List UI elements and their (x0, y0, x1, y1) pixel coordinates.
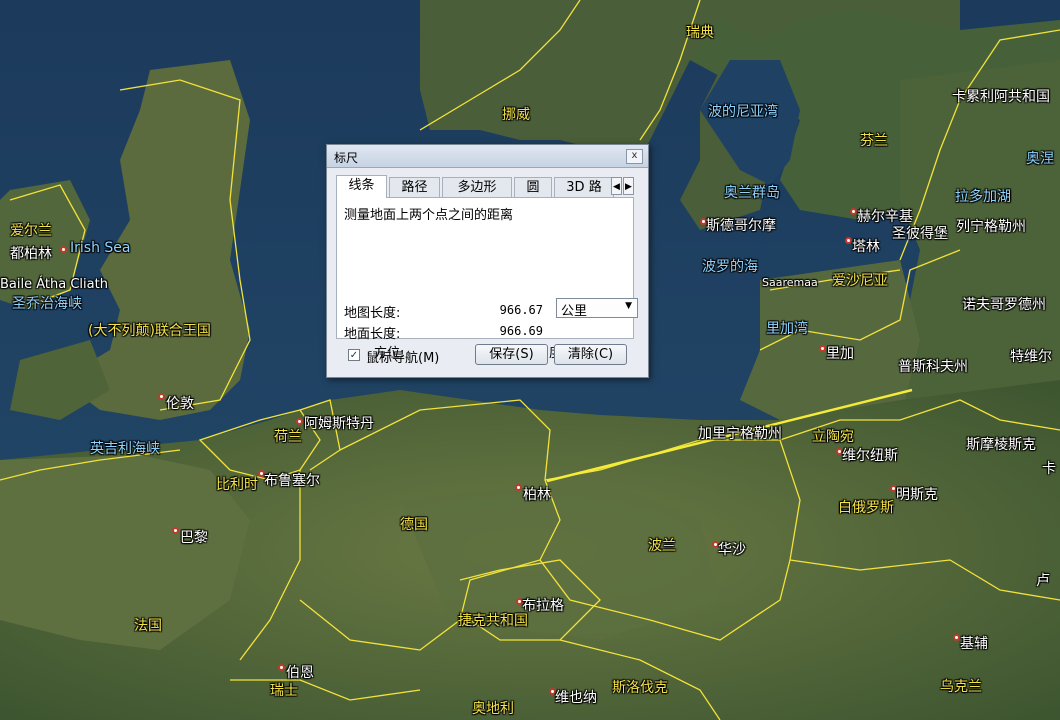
country-label: 挪威 (502, 107, 530, 123)
tab-panel: 测量地面上两个点之间的距离 地图长度: 966.67 公里 ▼ 地面长度: 96… (336, 197, 638, 361)
save-button[interactable]: 保存(S) (475, 344, 548, 365)
chevron-down-icon: ▼ (625, 301, 632, 311)
ruler-dialog: 标尺 x 线条 路径 多边形 圆 3D 路 ◀ ▶ 测量地面上两个点之间的距离 … (326, 144, 649, 378)
sea-label: 奥兰群岛 (724, 185, 780, 201)
city-marker (278, 664, 285, 671)
country-label: 德国 (400, 517, 428, 533)
tab-polygon[interactable]: 多边形 (442, 177, 512, 197)
sea-label: 圣乔治海峡 (12, 296, 82, 312)
city-label: 布拉格 (522, 598, 564, 614)
city-label: 里加 (826, 346, 854, 362)
country-label: 斯洛伐克 (612, 680, 668, 696)
region-label: 列宁格勒州 (956, 219, 1026, 235)
tab-scroll-left-icon[interactable]: ◀ (611, 177, 622, 195)
region-label: 特维尔 (1010, 349, 1052, 365)
city-label: 柏林 (523, 487, 551, 503)
city-label: 维也纳 (555, 690, 597, 706)
city-label: 卢 (1036, 573, 1050, 589)
island-label: Saaremaa (762, 276, 818, 289)
dialog-title: 标尺 (334, 151, 359, 165)
dialog-footer: ✓ 鼠标导航(M) 保存(S) 清除(C) (327, 343, 648, 371)
tab-circle[interactable]: 圆 (514, 177, 552, 197)
sea-label: 英吉利海峡 (90, 441, 160, 457)
region-label: 普斯科夫州 (898, 359, 968, 375)
city-label: 明斯克 (896, 487, 938, 503)
sea-label: 里加湾 (766, 321, 808, 337)
city-marker (515, 484, 522, 491)
map-length-label: 地图长度: (344, 306, 401, 321)
country-label: 爱尔兰 (10, 223, 52, 239)
city-label: 都柏林 (10, 246, 52, 262)
mouse-nav-label[interactable]: 鼠标导航(M) (366, 347, 439, 366)
map-length-value: 966.67 (499, 303, 543, 317)
country-label: 荷兰 (274, 429, 302, 445)
dialog-titlebar[interactable]: 标尺 x (327, 145, 648, 168)
ground-length-value: 966.69 (499, 324, 543, 338)
country-label: 芬兰 (860, 133, 888, 149)
region-label: 加里宁格勒州 (698, 426, 782, 442)
sea-label: 拉多加湖 (955, 189, 1011, 205)
city-label: 塔林 (852, 239, 880, 255)
city-marker (158, 393, 165, 400)
city-marker (953, 634, 960, 641)
country-label: 波兰 (648, 538, 676, 554)
region-label: 卡累利阿共和国 (952, 89, 1050, 105)
description: 测量地面上两个点之间的距离 (344, 208, 514, 223)
sea-label: 波罗的海 (702, 259, 758, 275)
country-label: 瑞士 (270, 683, 298, 699)
country-label: 乌克兰 (940, 679, 982, 695)
mouse-nav-checkbox[interactable]: ✓ (348, 349, 360, 361)
ground-length-label: 地面长度: (344, 327, 401, 342)
city-marker (850, 208, 857, 215)
city-label: 阿姆斯特丹 (304, 416, 374, 432)
city-marker (172, 527, 179, 534)
tab-path[interactable]: 路径 (389, 177, 440, 197)
country-label: 白俄罗斯 (838, 500, 894, 516)
city-marker (845, 237, 852, 244)
city-label: 布鲁塞尔 (264, 473, 320, 489)
clear-button[interactable]: 清除(C) (554, 344, 627, 365)
tab-bar: 线条 路径 多边形 圆 3D 路 ◀ ▶ (336, 175, 636, 198)
country-label: 瑞典 (686, 25, 714, 41)
unit-select[interactable]: 公里 ▼ (556, 298, 638, 319)
city-label: 伦敦 (166, 396, 194, 412)
city-label: 圣彼得堡 (892, 226, 948, 242)
city-label: Baile Átha Cliath (0, 277, 108, 292)
city-label: 基辅 (960, 636, 988, 652)
tab-line[interactable]: 线条 (336, 175, 387, 198)
country-label: (大不列颠)联合王国 (88, 323, 211, 339)
sea-label: Irish Sea (70, 240, 131, 256)
city-marker (819, 345, 826, 352)
tab-scroll-right-icon[interactable]: ▶ (623, 177, 634, 195)
close-button[interactable]: x (626, 149, 643, 164)
city-label: 伯恩 (286, 665, 314, 681)
region-label: 斯摩棱斯克 (966, 437, 1036, 453)
tab-3d-path[interactable]: 3D 路 (554, 177, 614, 197)
sea-label: 波的尼亚湾 (708, 104, 778, 120)
region-label: 诺夫哥罗德州 (962, 297, 1046, 313)
city-marker (60, 246, 67, 253)
country-label: 法国 (134, 618, 162, 634)
city-label: 巴黎 (180, 530, 208, 546)
city-label: 维尔纽斯 (842, 448, 898, 464)
country-label: 比利时 (216, 477, 258, 493)
city-label: 华沙 (718, 542, 746, 558)
city-label: 卡 (1042, 461, 1056, 477)
country-label: 爱沙尼亚 (832, 273, 888, 289)
country-label: 立陶宛 (812, 429, 854, 445)
country-label: 捷克共和国 (458, 613, 528, 629)
unit-selected: 公里 (561, 304, 588, 319)
city-label: 斯德哥尔摩 (706, 218, 776, 234)
sea-label: 奥涅 (1026, 151, 1054, 167)
country-label: 奥地利 (472, 701, 514, 717)
city-marker (296, 418, 303, 425)
